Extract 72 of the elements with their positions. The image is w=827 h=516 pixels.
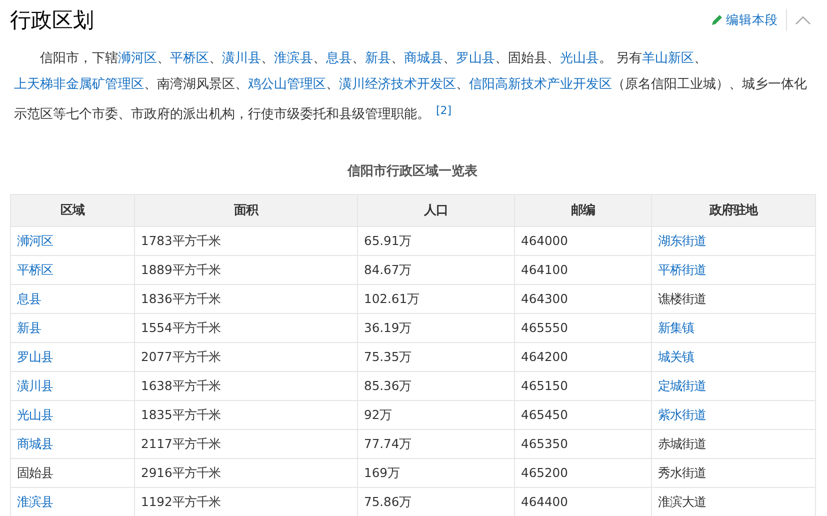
text-link[interactable]: 商城县 bbox=[404, 51, 443, 66]
link-cell[interactable]: 紫水街道 bbox=[652, 400, 816, 430]
table-cell: 465550 bbox=[514, 314, 652, 342]
text-link[interactable]: 淮滨县 bbox=[274, 51, 313, 66]
table-caption: 信阳市行政区域一览表 bbox=[346, 162, 478, 180]
table-cell: 1783平方千米 bbox=[134, 226, 358, 256]
text-link[interactable]: 潢川经济技术开发区 bbox=[339, 77, 456, 92]
table-cell: 85.36万 bbox=[358, 372, 514, 400]
table-cell: 465350 bbox=[514, 430, 652, 458]
column-header: 政府驻地 bbox=[652, 194, 816, 226]
link-cell[interactable]: 新集镇 bbox=[652, 314, 816, 342]
link-cell[interactable]: 浉河区 bbox=[10, 226, 134, 256]
table-cell: 2117平方千米 bbox=[134, 430, 358, 458]
link-cell[interactable]: 定城街道 bbox=[652, 372, 816, 400]
link-cell[interactable]: 平桥区 bbox=[10, 256, 134, 284]
text-link[interactable]: 鸡公山管理区 bbox=[248, 77, 326, 92]
link-cell[interactable]: 城关镇 bbox=[652, 342, 816, 372]
table-cell: 75.35万 bbox=[358, 342, 514, 372]
link-cell[interactable]: 新县 bbox=[10, 314, 134, 342]
text-link[interactable]: 罗山县 bbox=[456, 51, 495, 66]
table-cell: 77.74万 bbox=[358, 430, 514, 458]
table-cell: 464100 bbox=[514, 256, 652, 284]
footnote-link[interactable]: [2] bbox=[436, 104, 452, 117]
link-cell[interactable]: 息县 bbox=[10, 284, 134, 314]
table-cell: 2916平方千米 bbox=[134, 458, 358, 488]
text-link[interactable]: 信阳高新技术产业开发区 bbox=[469, 77, 612, 92]
table-cell: 464200 bbox=[514, 342, 652, 372]
caret-icon bbox=[795, 15, 811, 25]
text-link[interactable]: 光山县 bbox=[560, 51, 599, 66]
column-header: 人口 bbox=[358, 194, 514, 226]
link-cell[interactable]: 淮滨县 bbox=[10, 488, 134, 516]
table-cell: 65.91万 bbox=[358, 226, 514, 256]
table-cell: 36.19万 bbox=[358, 314, 514, 342]
edit-button[interactable]: 编辑本段 bbox=[711, 9, 787, 31]
table-cell: 秀水街道 bbox=[652, 458, 816, 488]
table-cell: 赤城街道 bbox=[652, 430, 816, 458]
text-link[interactable]: 浉河区 bbox=[118, 51, 157, 66]
intro-paragraph: 信阳市，下辖浉河区、平桥区、潢川县、淮滨县、息县、新县、商城县、罗山县、固始县、光山县。 另有羊山新区、 上天梯非金属矿管理区、南湾湖风景区、鸡公山管理区、潢川经济技术开发区、信阳高新技术产业开发区（原名信阳工业城）、城乡一体化示范区等七个市委、市政府的派出机构，行使市级委托和县级管理职能。 $^{[2]}$ bbox=[14, 50, 808, 124]
column-header: 面积 bbox=[134, 194, 358, 226]
text-link[interactable]: 新县 bbox=[365, 51, 391, 66]
table-cell: 464000 bbox=[514, 226, 652, 256]
table-cell: 84.67万 bbox=[358, 256, 514, 284]
table-cell: 谯楼街道 bbox=[652, 284, 816, 314]
table-cell: 2077平方千米 bbox=[134, 342, 358, 372]
column-header: 邮编 bbox=[514, 194, 652, 226]
table-cell: 464300 bbox=[514, 284, 652, 314]
pencil-icon bbox=[711, 14, 723, 26]
link-cell[interactable]: 潢川县 bbox=[10, 372, 134, 400]
column-header: 区域 bbox=[10, 194, 134, 226]
table-cell: 465150 bbox=[514, 372, 652, 400]
link-cell[interactable]: 平桥街道 bbox=[652, 256, 816, 284]
link-cell[interactable]: 光山县 bbox=[10, 400, 134, 430]
table-cell: 102.61万 bbox=[358, 284, 514, 314]
table-cell: 92万 bbox=[358, 400, 514, 430]
text-link[interactable]: 羊山新区 bbox=[642, 51, 694, 66]
table-cell: 169万 bbox=[358, 458, 514, 488]
text-link[interactable]: 平桥区 bbox=[170, 51, 209, 66]
table-cell: 固始县 bbox=[10, 458, 134, 488]
table-cell: 465200 bbox=[514, 458, 652, 488]
table-cell: 465450 bbox=[514, 400, 652, 430]
link-cell[interactable]: 湖东街道 bbox=[652, 226, 816, 256]
text-link[interactable]: 上天梯非金属矿管理区 bbox=[14, 77, 144, 92]
link-cell[interactable]: 商城县 bbox=[10, 430, 134, 458]
table-cell: 1835平方千米 bbox=[134, 400, 358, 430]
text-link[interactable]: 潢川县 bbox=[222, 51, 261, 66]
link-cell[interactable]: 罗山县 bbox=[10, 342, 134, 372]
table-cell: 1638平方千米 bbox=[134, 372, 358, 400]
table-cell: 1889平方千米 bbox=[134, 256, 358, 284]
table-cell: 1554平方千米 bbox=[134, 314, 358, 342]
section-title: 行政区划 bbox=[10, 7, 95, 34]
text-link[interactable]: 息县 bbox=[326, 51, 352, 66]
table-cell: 1836平方千米 bbox=[134, 284, 358, 314]
